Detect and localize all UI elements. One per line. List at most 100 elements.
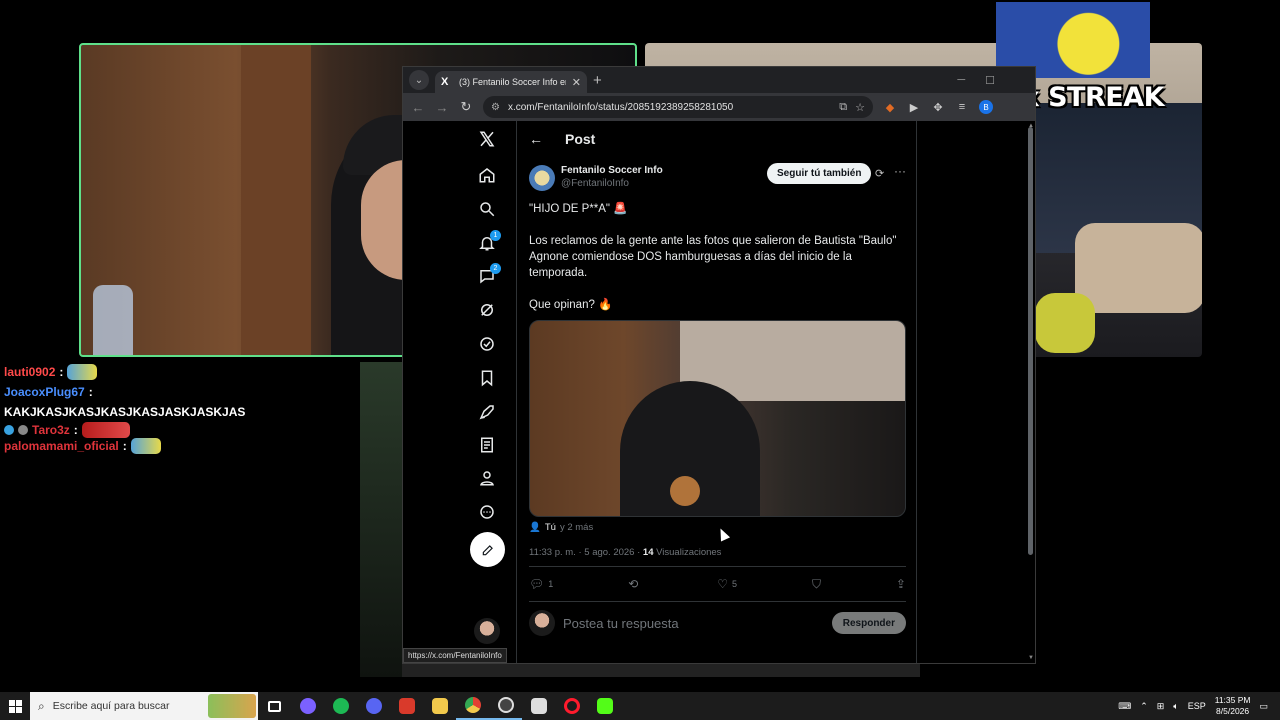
screen: 5x STREAK lauti0902 : JoacoxPlug67: KAKJ… bbox=[0, 0, 1280, 720]
clock[interactable]: 11:35 PM 8/5/2026 bbox=[1215, 695, 1251, 717]
grok-icon[interactable] bbox=[471, 294, 503, 326]
bookmark-icon[interactable] bbox=[471, 362, 503, 394]
opera-icon[interactable] bbox=[555, 692, 588, 720]
profile-icon[interactable] bbox=[471, 462, 503, 494]
maximize-icon[interactable]: ☐ bbox=[985, 74, 995, 87]
more-icon[interactable] bbox=[471, 496, 503, 528]
voicemeeter-icon[interactable] bbox=[390, 692, 423, 720]
start-button[interactable] bbox=[0, 692, 30, 720]
reply-icon: 💬︎ bbox=[529, 577, 545, 591]
grok-explain-icon[interactable]: ⟳ bbox=[875, 167, 884, 180]
chevron-up-icon[interactable]: ⌃ bbox=[1140, 701, 1148, 712]
keyboard-icon[interactable]: ⌨ bbox=[1118, 701, 1131, 712]
close-icon[interactable]: ✕ bbox=[572, 76, 581, 89]
search-icon[interactable] bbox=[471, 193, 503, 225]
post-actions: 💬︎ 1 ⟲ ♡ 5 ⛉ ⇪ bbox=[529, 571, 906, 597]
badge-icon bbox=[18, 425, 28, 435]
taskview-icon[interactable] bbox=[258, 692, 291, 720]
author-avatar[interactable] bbox=[529, 165, 555, 191]
post-photo[interactable] bbox=[529, 320, 906, 517]
reply-count: 1 bbox=[548, 579, 554, 589]
minimize-icon[interactable]: ─ bbox=[957, 74, 965, 87]
x-page: 1 2 https://x.com/FentaniloInfo ← Post F… bbox=[403, 121, 1035, 663]
roblox-icon[interactable] bbox=[522, 692, 555, 720]
messages-icon[interactable]: 2 bbox=[471, 260, 503, 292]
bookmark-action[interactable]: ⛉ bbox=[812, 577, 821, 592]
network-icon[interactable]: ⊞ bbox=[1157, 701, 1165, 712]
chat-username: Taro3z bbox=[32, 423, 70, 437]
post-header: ← Post bbox=[517, 121, 916, 157]
obs-icon[interactable] bbox=[489, 692, 522, 720]
chat-message: JoacoxPlug67: bbox=[4, 382, 354, 402]
bell-icon[interactable]: 1 bbox=[471, 227, 503, 259]
author-name[interactable]: Fentanilo Soccer Info bbox=[561, 165, 663, 176]
site-info-icon[interactable]: ⚙ bbox=[491, 102, 500, 113]
spotify-icon[interactable] bbox=[324, 692, 357, 720]
chat-message: lauti0902 : bbox=[4, 362, 354, 382]
extension-media-icon[interactable]: ▶ bbox=[907, 101, 921, 114]
chat-message-text: KAKJKASJKASJKASJKASJASKJASKJAS bbox=[4, 402, 354, 422]
messages-badge: 2 bbox=[490, 263, 501, 274]
share-action[interactable]: ⇪ bbox=[896, 577, 906, 591]
follow-button[interactable]: Seguir tú también bbox=[767, 163, 872, 184]
discord-icon[interactable] bbox=[357, 692, 390, 720]
lists-icon[interactable] bbox=[471, 429, 503, 461]
kick-icon[interactable] bbox=[588, 692, 621, 720]
tab-search-button[interactable]: ⌄ bbox=[409, 70, 429, 90]
author-handle[interactable]: @FentaniloInfo bbox=[561, 178, 629, 189]
bookmark-star-icon[interactable]: ☆ bbox=[855, 101, 865, 114]
like-count: 5 bbox=[731, 579, 737, 589]
search-icon: ⌕ bbox=[38, 698, 45, 713]
volume-icon[interactable]: 🔈︎ bbox=[1173, 701, 1178, 712]
views-label: Visualizaciones bbox=[656, 547, 722, 558]
home-icon[interactable] bbox=[471, 159, 503, 191]
tagged-users[interactable]: 👤 Tú y 2 más bbox=[529, 522, 593, 533]
system-tray: ⌨ ⌃ ⊞ 🔈︎ ESP 11:35 PM 8/5/2026 ▭ bbox=[1118, 695, 1280, 717]
divider bbox=[529, 601, 906, 602]
background-panel bbox=[360, 362, 406, 677]
language-indicator[interactable]: ESP bbox=[1188, 701, 1206, 711]
new-tab-icon[interactable]: + bbox=[593, 72, 602, 89]
scroll-down-icon[interactable]: ▼ bbox=[1028, 655, 1034, 661]
share-icon: ⇪ bbox=[895, 577, 906, 591]
reply-action[interactable]: 💬︎ 1 bbox=[529, 577, 553, 591]
x-logo-icon[interactable] bbox=[471, 123, 503, 155]
account-avatar[interactable] bbox=[474, 618, 500, 644]
x-sidebar: 1 2 https://x.com/FentaniloInfo bbox=[403, 121, 517, 663]
back-icon[interactable]: ← bbox=[411, 100, 425, 115]
reply-input[interactable] bbox=[563, 615, 832, 631]
user-avatar bbox=[529, 610, 555, 636]
like-action[interactable]: ♡ 5 bbox=[717, 577, 737, 591]
extensions-puzzle-icon[interactable]: ✥ bbox=[931, 101, 945, 114]
water-bottle bbox=[93, 285, 133, 355]
post-detail: ← Post Fentanilo Soccer Info @FentaniloI… bbox=[517, 121, 917, 663]
chat-text: KAKJKASJKASJKASJKASJASKJASKJAS bbox=[4, 405, 246, 419]
status-bar-url: https://x.com/FentaniloInfo bbox=[403, 648, 507, 663]
scrollbar[interactable] bbox=[1028, 127, 1033, 555]
compose-post-button[interactable] bbox=[470, 532, 505, 567]
notifications-icon[interactable]: ▭ bbox=[1259, 701, 1268, 712]
copilot-icon[interactable] bbox=[291, 692, 324, 720]
verified-icon[interactable] bbox=[471, 328, 503, 360]
window-controls: ─ ☐ bbox=[957, 74, 1035, 87]
repost-action[interactable]: ⟲ bbox=[628, 577, 642, 591]
more-options-icon[interactable]: ··· bbox=[894, 164, 906, 178]
address-bar[interactable]: ⚙ x.com/FentaniloInfo/status/20851923892… bbox=[483, 96, 873, 118]
extension-fox-icon[interactable]: ◆ bbox=[883, 101, 897, 114]
install-app-icon[interactable]: ⧉ bbox=[839, 101, 847, 114]
chrome-icon[interactable] bbox=[456, 692, 489, 720]
reply-button[interactable]: Responder bbox=[831, 612, 906, 634]
forward-icon[interactable]: → bbox=[435, 100, 449, 115]
file-explorer-icon[interactable] bbox=[423, 692, 456, 720]
profile-avatar-icon[interactable]: B bbox=[979, 100, 993, 114]
back-arrow-icon[interactable]: ← bbox=[529, 131, 543, 147]
post-body: "HIJO DE P**A" 🚨 Los reclamos de la gent… bbox=[517, 201, 916, 313]
taskbar-search[interactable]: ⌕ Escribe aquí para buscar bbox=[30, 692, 258, 720]
reading-list-icon[interactable]: ≡ bbox=[955, 101, 969, 113]
chat-message: palomamami_oficial: bbox=[4, 438, 354, 454]
clock-time: 11:35 PM bbox=[1214, 695, 1251, 705]
post-text-line: "HIJO DE P**A" 🚨 bbox=[529, 203, 628, 215]
reload-icon[interactable]: ↻ bbox=[459, 99, 473, 115]
rocket-icon[interactable] bbox=[471, 396, 503, 428]
browser-tab[interactable]: X (3) Fentanilo Soccer Info en X: " ✕ bbox=[435, 71, 587, 93]
